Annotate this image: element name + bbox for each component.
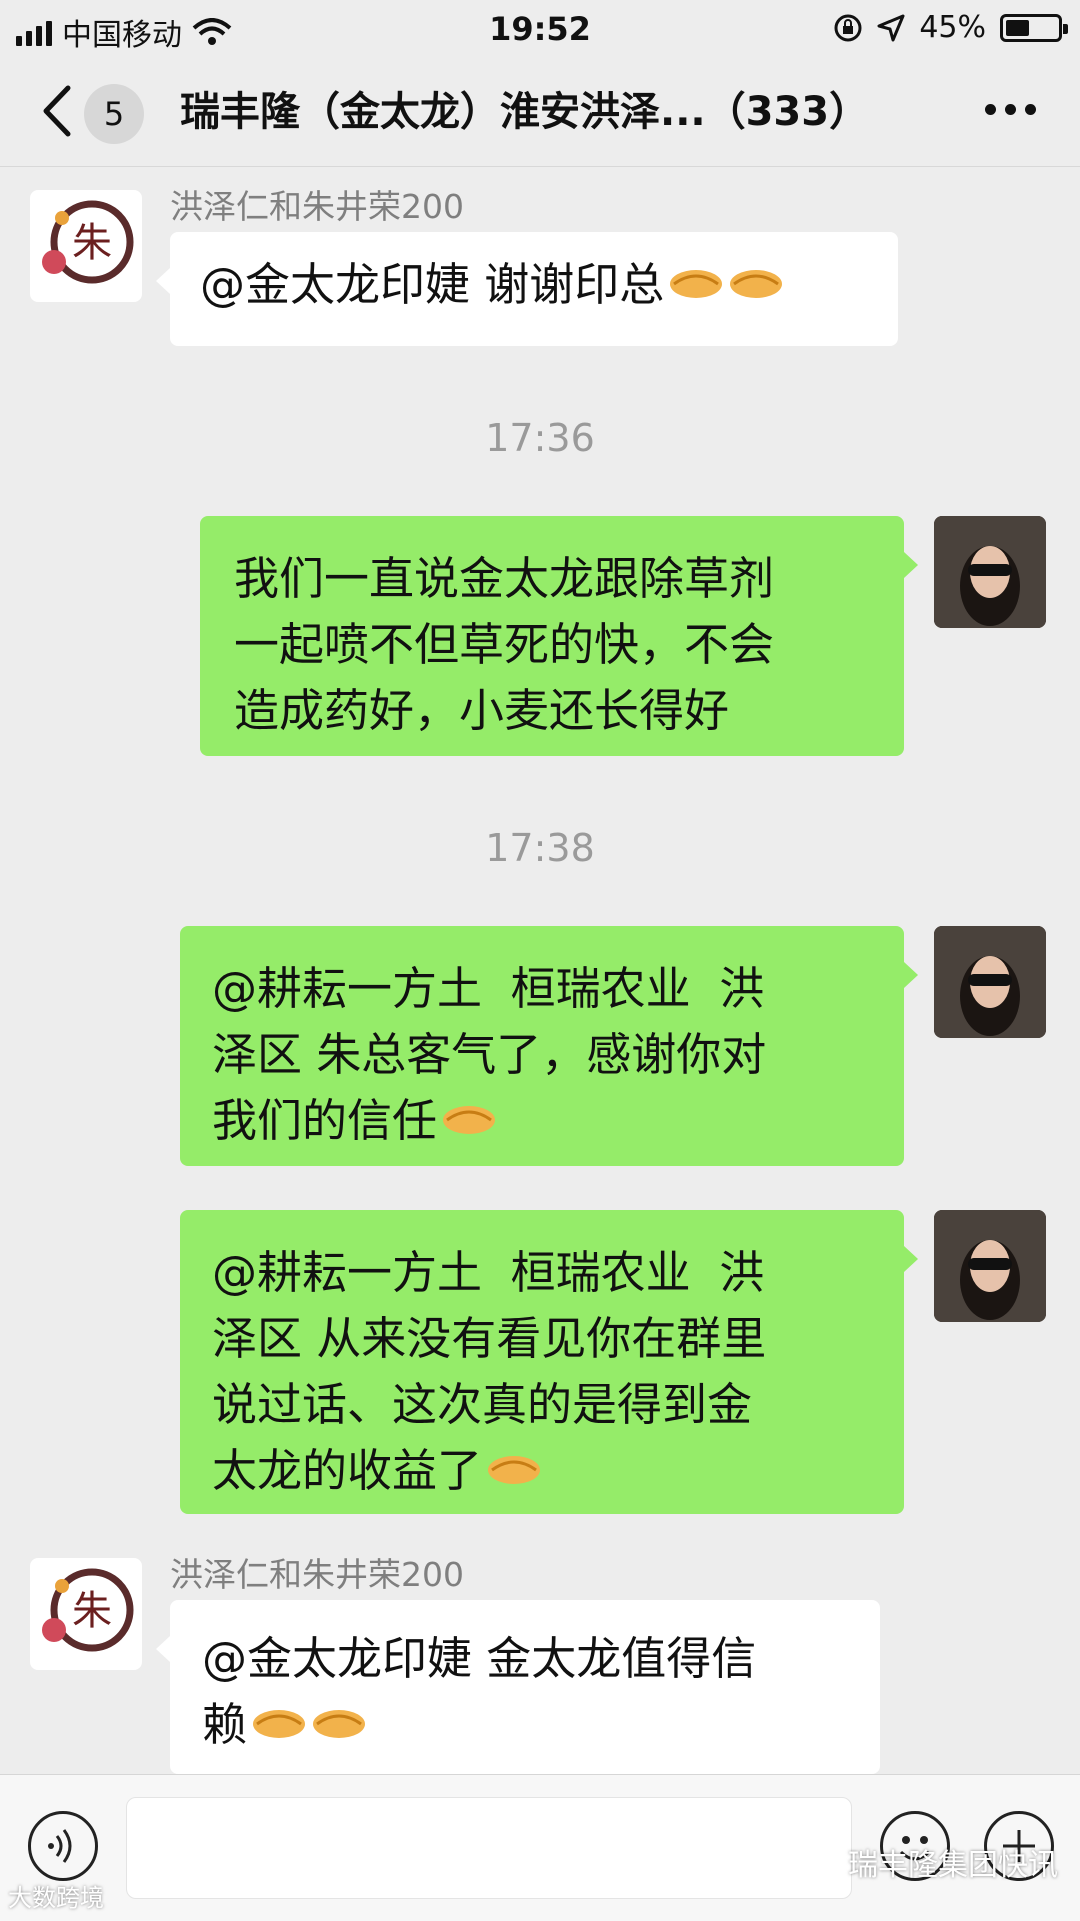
message-line: 泽区 朱总客气了，感谢你对: [212, 1028, 767, 1081]
avatar[interactable]: [934, 1210, 1046, 1322]
message-line: 一起喷不但草死的快，不会: [234, 618, 775, 671]
message-line: 赖: [202, 1698, 248, 1751]
message-bubble[interactable]: @金太龙印婕 谢谢印总: [156, 232, 898, 346]
message-bubble[interactable]: @耕耘一方土 桓瑞农业 洪 泽区 从来没有看见你在群里 说过话、这次真的是得到金…: [180, 1210, 918, 1514]
handshake-emoji: [730, 270, 783, 298]
chat-header: 5 瑞丰隆（金太龙）淮安洪泽...（333）: [0, 56, 1080, 167]
lock-rotation-icon: [834, 14, 862, 41]
battery-percent: 45%: [919, 10, 986, 45]
message-text: @金太龙印婕 谢谢印总: [200, 258, 665, 311]
message-line: @耕耘一方土 桓瑞农业 洪: [212, 1246, 765, 1299]
chat-title: 瑞丰隆（金太龙）淮安洪泽...（333）: [180, 89, 870, 135]
message-bubble[interactable]: @金太龙印婕 金太龙值得信 赖: [156, 1600, 880, 1774]
wechat-icon: [806, 1849, 840, 1874]
unread-count-badge[interactable]: 5: [84, 84, 144, 144]
handshake-emoji: [443, 1106, 496, 1134]
timestamp: 17:38: [485, 826, 595, 870]
watermark-left-text: 大数跨境: [8, 1884, 104, 1912]
handshake-emoji: [488, 1456, 541, 1484]
svg-text:朱: 朱: [72, 1588, 112, 1634]
watermark-text: 瑞丰隆集团快讯: [848, 1848, 1058, 1883]
status-bar: 中国移动 19:52 45%: [0, 0, 1080, 56]
handshake-emoji: [313, 1710, 366, 1738]
message-line: 造成药好，小麦还长得好: [234, 684, 730, 737]
message-line: 泽区 从来没有看见你在群里: [212, 1312, 767, 1365]
back-icon[interactable]: [36, 84, 80, 138]
message-input[interactable]: [126, 1797, 852, 1899]
more-icon[interactable]: [985, 104, 1036, 115]
avatar[interactable]: 朱: [30, 1558, 142, 1670]
message-line: 我们一直说金太龙跟除草剂: [234, 552, 775, 605]
message-line: 太龙的收益了: [212, 1444, 483, 1497]
timestamp: 17:36: [485, 416, 595, 460]
message-line: @金太龙印婕 金太龙值得信: [202, 1632, 757, 1685]
battery-level: [1006, 19, 1029, 36]
svg-text:朱: 朱: [72, 220, 112, 266]
location-icon: [877, 14, 905, 41]
status-right: 45%: [833, 10, 1068, 45]
voice-icon[interactable]: [28, 1811, 98, 1881]
sender-name: 洪泽仁和朱井荣200: [170, 187, 464, 226]
watermark: 瑞丰隆集团快讯: [806, 1840, 1058, 1884]
message-bubble[interactable]: @耕耘一方土 桓瑞农业 洪 泽区 朱总客气了，感谢你对 我们的信任: [180, 926, 918, 1166]
message-line: 说过话、这次真的是得到金: [212, 1378, 753, 1431]
avatar[interactable]: [934, 516, 1046, 628]
message-bubble[interactable]: 我们一直说金太龙跟除草剂 一起喷不但草死的快，不会 造成药好，小麦还长得好: [200, 516, 918, 756]
handshake-emoji: [253, 1710, 306, 1738]
handshake-emoji: [670, 270, 723, 298]
battery-icon: [1000, 13, 1068, 42]
message-line: @耕耘一方土 桓瑞农业 洪: [212, 962, 765, 1015]
avatar[interactable]: [934, 926, 1046, 1038]
avatar[interactable]: 朱: [30, 190, 142, 302]
message-line: 我们的信任: [212, 1094, 438, 1147]
sender-name: 洪泽仁和朱井荣200: [170, 1555, 464, 1594]
watermark-left: 大数跨境: [8, 1878, 104, 1913]
